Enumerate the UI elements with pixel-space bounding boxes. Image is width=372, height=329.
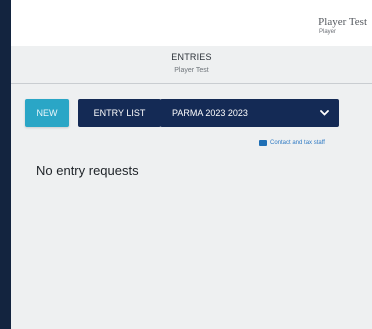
page-title: ENTRIES: [171, 52, 212, 62]
empty-state-message: No entry requests: [36, 163, 139, 178]
page-subtitle: Player Test: [174, 67, 209, 74]
entry-list-button[interactable]: ENTRY LIST: [78, 99, 161, 127]
contact-link-label: Contact and tax staff: [270, 140, 325, 146]
user-role: Player: [318, 29, 336, 35]
new-button[interactable]: NEW: [25, 99, 69, 127]
user-name[interactable]: Player Test: [318, 16, 367, 28]
page-header: ENTRIES Player Test: [11, 46, 372, 84]
tournament-select[interactable]: PARMA 2023 2023: [160, 99, 339, 127]
chevron-down-icon: [320, 110, 329, 116]
mail-icon: [259, 140, 267, 146]
top-bar: Player Test Player: [11, 0, 372, 46]
main-panel: Player Test Player ENTRIES Player Test N…: [11, 0, 372, 329]
contact-link[interactable]: Contact and tax staff: [259, 138, 325, 148]
tournament-select-value: PARMA 2023 2023: [172, 108, 248, 118]
